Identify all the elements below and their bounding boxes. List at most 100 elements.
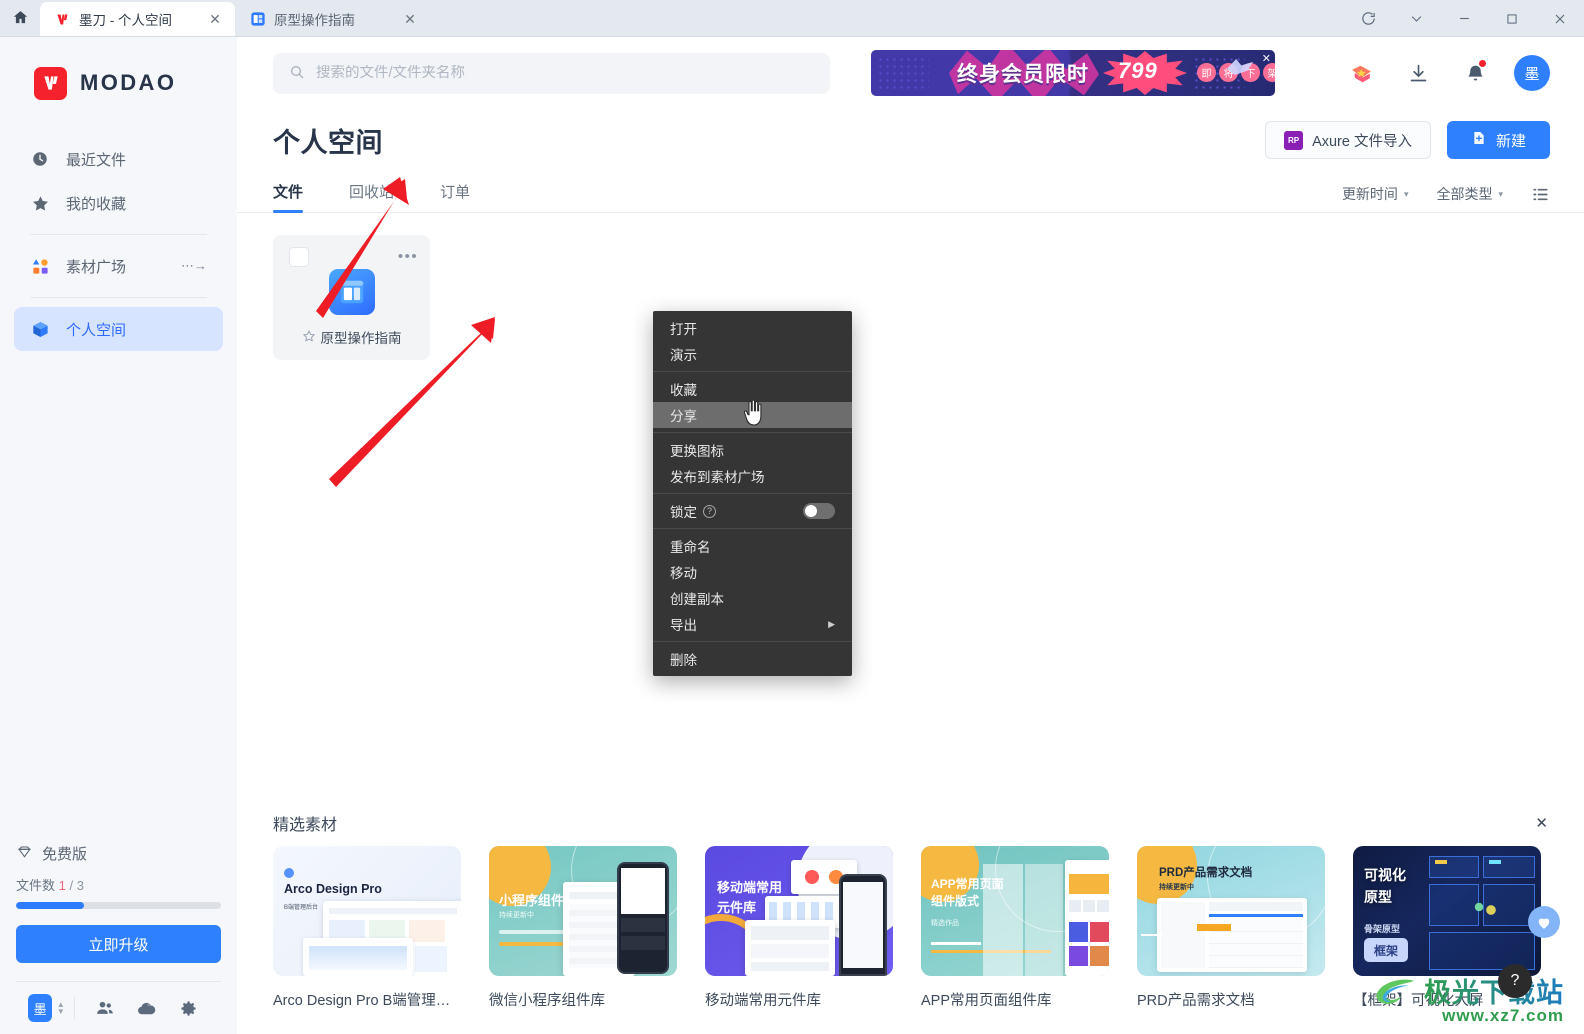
tab-files[interactable]: 文件 xyxy=(273,181,304,213)
sidebar-item-material-plaza[interactable]: 素材广场 ⋯→ xyxy=(14,244,223,288)
tab-close-icon[interactable]: ✕ xyxy=(400,9,420,29)
home-button[interactable] xyxy=(0,0,40,36)
axure-import-button[interactable]: RP Axure 文件导入 xyxy=(1265,121,1431,159)
question-mark-icon[interactable]: ? xyxy=(1498,964,1532,998)
thumb-title: 可视化 原型 xyxy=(1364,867,1406,905)
menu-item-lock-label: 锁定 xyxy=(670,505,697,520)
chat-heart-icon[interactable] xyxy=(1528,906,1560,938)
workspace-avatar[interactable]: 墨 xyxy=(28,994,53,1022)
bell-icon[interactable] xyxy=(1447,51,1504,95)
tab-close-icon[interactable]: ✕ xyxy=(205,9,225,29)
menu-item-favorite[interactable]: 收藏 xyxy=(653,376,852,402)
cloud-upload-icon[interactable] xyxy=(126,991,168,1025)
sort-label: 更新时间 xyxy=(1341,186,1398,202)
home-icon xyxy=(13,11,27,24)
list-view-icon[interactable] xyxy=(1531,186,1550,203)
menu-item-lock[interactable]: 锁定 ? xyxy=(653,498,852,524)
sidebar-item-arrow: ⋯→ xyxy=(181,258,207,273)
help-circle-icon[interactable]: ? xyxy=(703,504,716,518)
download-icon[interactable] xyxy=(1390,51,1447,95)
gear-icon[interactable] xyxy=(167,991,209,1025)
featured-title: 精选素材 xyxy=(273,817,338,834)
search-icon xyxy=(289,64,305,83)
sidebar-item-label: 素材广场 xyxy=(66,258,127,276)
chevron-down-icon: ▾ xyxy=(1498,188,1503,199)
lock-toggle[interactable] xyxy=(803,503,835,519)
maximize-button[interactable] xyxy=(1488,0,1536,37)
thumb-sub: 持续更新中 xyxy=(499,912,534,919)
user-avatar[interactable]: 墨 xyxy=(1514,55,1550,91)
menu-item-open[interactable]: 打开 xyxy=(653,315,852,341)
shapes-icon xyxy=(30,256,50,276)
file-card[interactable]: ••• 原型操作指南 xyxy=(273,235,430,360)
menu-item-export-label: 导出 xyxy=(670,618,697,633)
context-menu: 打开 演示 收藏 分享 更换图标 发布到素材广场 锁定 ? 重命名 移动 创建副… xyxy=(653,311,852,676)
thumb-title: Arco Design Pro xyxy=(284,882,382,896)
file-name-row: 原型操作指南 xyxy=(273,327,430,347)
tab-recycle-bin[interactable]: 回收站 xyxy=(349,181,394,212)
promo-banner[interactable]: 终身会员限时 799 即 将 下 架 ✕ xyxy=(871,50,1275,96)
sidebar-item-personal-space[interactable]: 个人空间 xyxy=(14,307,223,351)
plan-row: 免费版 xyxy=(16,843,221,864)
featured-card[interactable]: 移动端常用 元件库 移动端常用元件库 xyxy=(705,846,893,1010)
refresh-button[interactable] xyxy=(1344,0,1392,37)
featured-card[interactable]: APP常用页面 组件版式 精选作品 APP常用页面组件库 xyxy=(921,846,1109,1010)
upgrade-button[interactable]: 立即升级 xyxy=(16,925,221,963)
sidebar-item-recent[interactable]: 最近文件 xyxy=(14,137,223,181)
gift-ticket-icon[interactable] xyxy=(1333,51,1390,95)
type-filter-dropdown[interactable]: 全部类型 ▾ xyxy=(1436,184,1503,204)
menu-item-share[interactable]: 分享 xyxy=(653,402,852,428)
sidebar-tools: 墨 ▲ ▼ xyxy=(16,981,221,1034)
brand-name: MODAO xyxy=(80,70,177,95)
close-icon xyxy=(1555,14,1565,23)
featured-card[interactable]: 小程序组件库 持续更新中 微信小程序组件库 xyxy=(489,846,677,1010)
search-box[interactable] xyxy=(273,52,830,94)
menu-separator xyxy=(653,371,852,372)
minimize-icon xyxy=(1459,17,1469,20)
menu-item-export[interactable]: 导出 ▶ xyxy=(653,611,852,637)
menu-item-rename[interactable]: 重命名 xyxy=(653,533,852,559)
close-button[interactable] xyxy=(1536,0,1584,37)
tools-divider xyxy=(73,997,75,1019)
cube-icon xyxy=(30,319,50,339)
menu-item-publish-to-plaza[interactable]: 发布到素材广场 xyxy=(653,463,852,489)
search-input[interactable] xyxy=(316,65,814,81)
featured-card[interactable]: Arco Design Pro B端管理后台 Arco Design Pro B… xyxy=(273,846,461,1010)
menu-item-delete[interactable]: 删除 xyxy=(653,646,852,672)
sidebar: MODAO 最近文件 我的收藏 素材广场 ⋯→ 个人空间 免费版 文件数 1 /… xyxy=(0,37,237,1034)
minimize-button[interactable] xyxy=(1440,0,1488,37)
browser-tab-0[interactable]: 墨刀 - 个人空间 ✕ xyxy=(40,2,235,36)
thumb-sub: 精选作品 xyxy=(931,920,959,927)
updown-caret-icon[interactable]: ▲ ▼ xyxy=(52,1001,69,1016)
menu-item-change-icon[interactable]: 更换图标 xyxy=(653,437,852,463)
team-icon[interactable] xyxy=(84,991,126,1025)
topbar-icons: 墨 xyxy=(1333,51,1550,95)
more-dots-icon[interactable]: ••• xyxy=(397,246,419,266)
promo-close-icon[interactable]: ✕ xyxy=(1262,52,1271,65)
menu-separator xyxy=(653,528,852,529)
plus-file-icon xyxy=(1471,130,1487,150)
new-button[interactable]: 新建 xyxy=(1446,121,1550,159)
sidebar-item-label: 个人空间 xyxy=(66,321,127,339)
featured-card-name: 移动端常用元件库 xyxy=(705,993,821,1009)
featured-card-name: 微信小程序组件库 xyxy=(489,993,605,1009)
promo-pill: 即 xyxy=(1197,63,1216,82)
browser-tab-1[interactable]: 原型操作指南 ✕ xyxy=(235,2,430,36)
featured-close-icon[interactable]: ✕ xyxy=(1535,814,1548,832)
tab-orders[interactable]: 订单 xyxy=(440,181,470,212)
modao-logo-icon xyxy=(34,66,67,100)
dropdown-button[interactable] xyxy=(1392,0,1440,37)
sort-dropdown[interactable]: 更新时间 ▾ xyxy=(1342,184,1409,204)
files-usage-current: 1 xyxy=(58,878,66,893)
file-checkbox[interactable] xyxy=(289,247,309,267)
menu-item-duplicate[interactable]: 创建副本 xyxy=(653,585,852,611)
featured-thumbnail: Arco Design Pro B端管理后台 xyxy=(273,846,461,976)
menu-item-demo[interactable]: 演示 xyxy=(653,341,852,367)
sidebar-item-label: 最近文件 xyxy=(66,151,127,169)
files-usage-label: 文件数 xyxy=(16,878,56,893)
menu-item-move[interactable]: 移动 xyxy=(653,559,852,585)
sidebar-item-favorites[interactable]: 我的收藏 xyxy=(14,181,223,225)
promo-headline: 终身会员限时 xyxy=(957,63,1089,86)
featured-card[interactable]: PRD产品需求文档 持续更新中 PRD产品需求文档 xyxy=(1137,846,1325,1010)
star-outline-icon[interactable] xyxy=(302,329,316,346)
